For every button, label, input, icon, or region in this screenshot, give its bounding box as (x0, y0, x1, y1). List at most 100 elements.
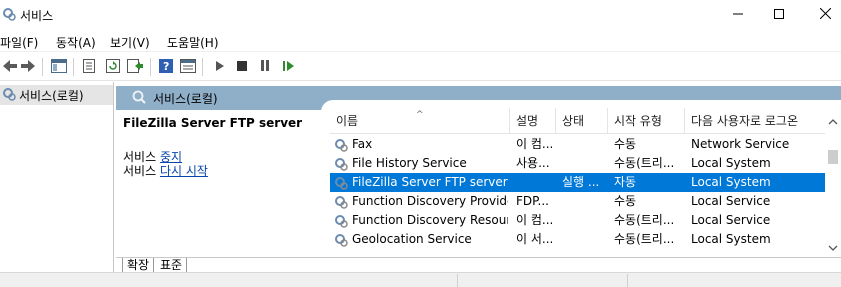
service-detail-panel: FileZilla Server FTP server 서비스 중지 서비스 다… (116, 112, 328, 257)
column-header-status-label: 상태 (562, 114, 585, 128)
column-header-startup-label: 시작 유형 (614, 114, 662, 128)
cell-status (562, 230, 606, 249)
cell-logon: Local System (691, 156, 771, 170)
refresh-icon (106, 58, 120, 76)
view-icon (180, 58, 196, 76)
cell-status: 실행 ... (562, 175, 600, 189)
status-separator (457, 274, 458, 287)
table-row[interactable]: File History Service 사용... 수동(트리... Local S… (330, 154, 825, 173)
column-header-description-label: 설명 (516, 114, 539, 128)
status-separator (627, 274, 628, 287)
detail-restart-line: 서비스 다시 시작 (123, 162, 208, 179)
restart-service-link[interactable]: 다시 시작 (160, 164, 208, 178)
resume-service-icon (282, 60, 294, 75)
cell-startup: 수동(트리... (614, 213, 675, 227)
maximize-icon (774, 8, 784, 22)
table-row[interactable]: Fax 이 컴... 수동 Network Service (330, 135, 825, 154)
close-icon (819, 7, 831, 22)
cell-status (562, 154, 606, 173)
cell-status (562, 135, 606, 154)
back-button[interactable] (0, 57, 20, 77)
scroll-thumb[interactable] (828, 150, 838, 164)
window-title: 서비스 (20, 9, 54, 23)
export-list-icon (127, 58, 143, 76)
service-gear-icon (334, 157, 348, 174)
forward-button[interactable] (18, 57, 38, 77)
cell-name: Function Discovery Provide... (352, 194, 508, 208)
pause-service-button[interactable] (255, 57, 275, 77)
list-header: 이름 ^ 설명 상태 시작 유형 다음 사용자로 로그온 (330, 108, 825, 134)
cell-desc: FDP... (516, 194, 549, 208)
table-row[interactable]: Function Discovery Provide... FDP... 수동 Loc… (330, 192, 825, 211)
pane-header-title: 서비스(로컬) (153, 92, 218, 106)
cell-desc: 이 서... (516, 232, 554, 246)
table-row[interactable]: Geolocation Service 이 서... 수동(트리... Local S… (330, 230, 825, 249)
tree-pane: 서비스(로컬) (0, 82, 114, 272)
vertical-scrollbar[interactable] (825, 108, 841, 257)
cell-startup: 자동 (614, 175, 637, 189)
help-button[interactable]: ? (156, 57, 176, 77)
gear-icon (2, 87, 16, 104)
help-icon: ? (159, 58, 173, 76)
column-header-description[interactable]: 설명 (510, 108, 556, 134)
minimize-button[interactable] (715, 0, 761, 30)
menu-file[interactable]: 파일(F) (0, 34, 38, 51)
cell-name: Fax (352, 137, 373, 151)
column-header-name[interactable]: 이름 ^ (330, 108, 510, 134)
toolbar-separator (202, 58, 203, 76)
service-gear-icon (334, 195, 348, 212)
cell-status (562, 192, 606, 211)
menu-help[interactable]: 도움말(H) (167, 34, 219, 51)
view-button[interactable] (178, 57, 198, 77)
service-gear-icon (334, 233, 348, 250)
menu-action[interactable]: 동작(A) (56, 34, 96, 51)
export-list-button[interactable] (125, 57, 145, 77)
service-gear-icon (334, 214, 348, 231)
tree-item-services-local[interactable]: 서비스(로컬) (0, 85, 113, 105)
cell-logon: Local System (691, 175, 771, 189)
table-row[interactable]: Function Discovery Resour... 이 컴... 수동(트리.… (330, 211, 825, 230)
services-list: 이름 ^ 설명 상태 시작 유형 다음 사용자로 로그온 Fax 이 컴... 수동… (330, 108, 825, 257)
minimize-icon (733, 8, 743, 22)
cell-status (562, 211, 606, 230)
cell-name: Geolocation Service (352, 232, 472, 246)
cell-desc: 사용... (516, 156, 550, 170)
show-hide-tree-icon (51, 58, 67, 76)
cell-desc: 이 컴... (516, 137, 554, 151)
service-gear-icon (334, 176, 348, 193)
cell-name: Function Discovery Resour... (352, 213, 508, 227)
cell-logon: Network Service (691, 137, 790, 151)
scroll-up-icon[interactable] (828, 114, 838, 128)
stop-service-button[interactable] (232, 57, 252, 77)
menu-bar: 파일(F) 동작(A) 보기(V) 도움말(H) (0, 30, 841, 52)
view-tabs: 확장 표준 (116, 257, 841, 274)
title-bar: 서비스 (0, 0, 841, 30)
show-hide-tree-button[interactable] (49, 57, 69, 77)
stop-service-icon (237, 60, 247, 74)
properties-button[interactable] (79, 57, 99, 77)
detail-restart-prefix: 서비스 (123, 164, 160, 178)
toolbar-separator (42, 58, 43, 76)
resume-service-button[interactable] (278, 57, 298, 77)
refresh-button[interactable] (103, 57, 123, 77)
toolbar: ? (0, 53, 841, 81)
maximize-button[interactable] (756, 0, 802, 30)
start-service-button[interactable] (210, 57, 230, 77)
cell-startup: 수동 (614, 137, 637, 151)
pause-service-icon (260, 60, 270, 74)
forward-icon (21, 59, 35, 75)
service-detail-title: FileZilla Server FTP server (123, 116, 303, 130)
menu-view[interactable]: 보기(V) (110, 34, 150, 51)
column-header-status[interactable]: 상태 (556, 108, 608, 134)
cell-logon: Local Service (691, 194, 771, 208)
cell-desc: 이 컴... (516, 213, 554, 227)
table-row[interactable]: FileZilla Server FTP server 실행 ... 자동 Local… (330, 173, 825, 192)
cell-startup: 수동(트리... (614, 232, 675, 246)
column-header-startup-type[interactable]: 시작 유형 (608, 108, 685, 134)
column-header-logon-label: 다음 사용자로 로그온 (691, 114, 798, 128)
cell-startup: 수동(트리... (614, 156, 675, 170)
close-button[interactable] (802, 0, 841, 30)
column-header-logon-as[interactable]: 다음 사용자로 로그온 (685, 108, 825, 134)
sort-ascending-icon: ^ (416, 110, 424, 120)
scroll-down-icon[interactable] (828, 240, 838, 254)
